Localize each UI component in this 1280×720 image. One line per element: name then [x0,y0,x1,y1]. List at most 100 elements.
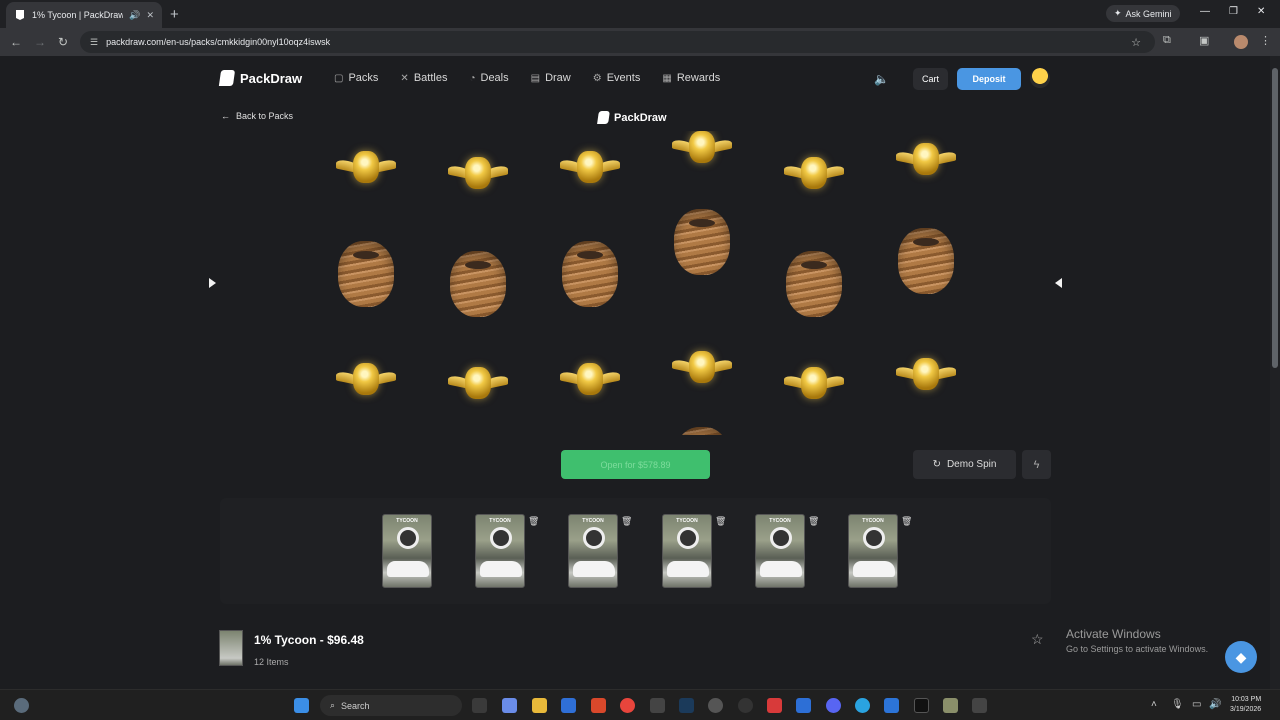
tray-chevron-icon[interactable]: ˄ [1151,699,1157,710]
open-pack-button[interactable]: Open for $578.89 [561,450,710,479]
nav-label: Deals [480,72,509,84]
browser-tab[interactable]: 1% Tycoon | PackDraw 🔊 ✕ [6,2,162,28]
pack-card-badge [863,527,885,549]
site-logo[interactable]: PackDraw [218,70,303,86]
favorite-star-icon[interactable]: ☆ [1031,631,1044,648]
widgets-icon[interactable] [14,698,29,713]
obs-icon[interactable] [738,698,753,713]
fast-spin-button[interactable]: ϟ [1022,450,1051,479]
forward-arrow-icon[interactable]: → [34,35,46,49]
taskbar-clock[interactable]: 10:03 PM 3/19/2026 [1230,695,1261,715]
pack-slot[interactable]: TYCOON 🗑 [831,510,913,590]
restore-icon[interactable]: ❐ [1229,6,1238,17]
tag-icon: ◔ [469,72,476,84]
site-info-icon[interactable]: ☰ [90,37,98,48]
settings-gear-icon[interactable] [708,698,723,713]
copilot-icon[interactable] [502,698,517,713]
security-icon[interactable] [884,698,899,713]
nav-draw[interactable]: ▤ Draw [531,72,571,84]
steam-icon[interactable] [679,698,694,713]
vpn-icon[interactable] [796,698,811,713]
packdraw-favicon-icon [14,9,26,21]
side-panel-icon[interactable]: ▣ [1199,34,1209,47]
nav-battles[interactable]: ✕ Battles [400,72,447,84]
demo-spin-label: Demo Spin [946,459,997,470]
demo-spin-button[interactable]: ↻ Demo Spin [913,450,1016,479]
pack-slot[interactable]: TYCOON 🗑 [551,510,633,590]
new-tab-button[interactable]: + [170,6,179,23]
pack-slot[interactable]: TYCOON 🗑 [738,510,820,590]
trash-icon[interactable]: 🗑 [808,516,819,527]
rope-coil-item [338,241,394,307]
scrollbar-thumb[interactable] [1272,68,1278,368]
deposit-button[interactable]: Deposit [957,68,1021,90]
file-explorer-icon[interactable] [532,698,547,713]
back-arrow-icon[interactable]: ← [10,35,22,49]
profile-avatar[interactable] [1234,35,1248,49]
pack-card-title: TYCOON [676,518,698,524]
page-scrollbar[interactable] [1270,56,1280,689]
app-icon[interactable] [591,698,606,713]
winged-badge-item [672,131,732,171]
pack-card-badge [583,527,605,549]
app-image-icon[interactable] [943,698,958,713]
trash-icon[interactable]: 🗑 [715,516,726,527]
pack-card-car [853,561,895,577]
telegram-icon[interactable] [855,698,870,713]
trash-icon[interactable]: 🗑 [901,516,912,527]
taskbar-search[interactable]: ⌕ Search [320,695,462,716]
browser-menu-icon[interactable]: ⋮ [1260,34,1271,47]
nav-label: Draw [545,72,571,84]
nav-events[interactable]: ⚙ Events [593,72,641,84]
pack-slot[interactable]: TYCOON 🗑 [458,510,540,590]
winged-badge-item [896,139,956,183]
pack-card-image: TYCOON [382,514,432,588]
address-bar[interactable]: ☰ packdraw.com/en-us/packs/cmkkidgin00ny… [80,31,1155,53]
lightning-icon: ϟ [1033,458,1040,471]
task-view-icon[interactable] [472,698,487,713]
pack-slot[interactable]: TYCOON [365,510,447,590]
chrome-icon[interactable] [620,698,635,713]
user-avatar[interactable] [1030,68,1050,88]
app-misc-icon[interactable] [972,698,987,713]
cart-button[interactable]: Cart [913,68,948,90]
pack-card-badge [770,527,792,549]
app-dark-icon[interactable] [914,698,929,713]
pack-item-count: 12 Items [254,657,289,667]
browser-toolbar: ← → ↻ ☰ packdraw.com/en-us/packs/cmkkidg… [0,28,1280,56]
rope-coil-item [562,241,618,307]
network-icon[interactable]: ▭ [1192,699,1201,710]
discord-icon[interactable] [826,698,841,713]
reel-column [662,131,742,435]
back-to-packs-link[interactable]: ← Back to Packs [221,111,293,121]
nav-deals[interactable]: ◔ Deals [469,72,508,84]
trash-icon[interactable]: 🗑 [621,516,632,527]
pack-slot[interactable]: TYCOON 🗑 [645,510,727,590]
roblox-icon[interactable] [767,698,782,713]
capcut-icon[interactable] [650,698,665,713]
support-chat-button[interactable]: ◆ [1225,641,1257,673]
pack-card-badge [397,527,419,549]
microphone-icon[interactable]: 🎙 [1171,699,1184,710]
nav-rewards[interactable]: ▦ Rewards [662,72,720,84]
reload-icon[interactable]: ↻ [58,35,68,49]
winged-badge-item [336,147,396,191]
minimize-icon[interactable]: — [1200,6,1210,17]
sound-toggle-icon[interactable]: 🔈 [874,72,889,86]
extensions-icon[interactable]: ⧉ [1163,34,1171,47]
reel-marker-right-icon [1055,278,1062,288]
windows-start-icon[interactable] [294,698,309,713]
pack-card-title: TYCOON [582,518,604,524]
trash-icon[interactable]: 🗑 [528,516,539,527]
speaker-icon[interactable]: 🔊 [129,10,140,21]
nav-packs[interactable]: ▢ Packs [334,72,378,84]
back-label: Back to Packs [236,111,294,121]
bookmark-star-icon[interactable]: ☆ [1131,36,1141,49]
pack-card-car [480,561,522,577]
ask-gemini-button[interactable]: ✦ Ask Gemini [1106,5,1180,22]
close-window-icon[interactable]: ✕ [1257,6,1265,17]
store-icon[interactable] [561,698,576,713]
volume-icon[interactable]: 🔊 [1209,699,1221,710]
brand-name: PackDraw [240,70,303,86]
close-tab-icon[interactable]: ✕ [146,10,154,21]
